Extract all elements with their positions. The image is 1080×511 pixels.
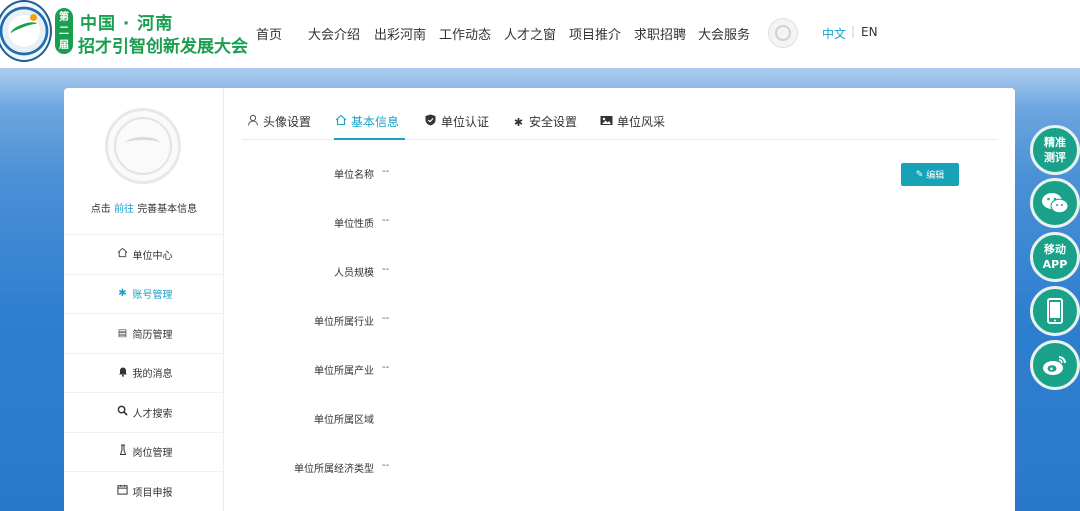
field-value: -- (382, 166, 390, 177)
search-icon (775, 25, 791, 41)
avatar-placeholder-mark (126, 137, 160, 149)
lang-zh-link[interactable]: 中文 (822, 25, 846, 42)
field-economic-type: 单位所属经济类型 -- (242, 460, 642, 480)
float-assessment-label: 精准 测评 (1044, 136, 1066, 164)
tab-label: 安全设置 (529, 115, 578, 129)
wechat-icon (1041, 192, 1069, 214)
field-value: -- (382, 215, 390, 226)
nav-item-projects[interactable]: 项目推介 (569, 24, 621, 43)
sidebar-item-center[interactable]: 单位中心 (64, 234, 224, 274)
float-phone-button[interactable] (1030, 286, 1080, 336)
lang-separator: | (851, 24, 856, 38)
sidebar-menu: 单位中心 ✱ 账号管理 ▤ 简历管理 我的消息 人才搜索 岗位管理 项目申报 (64, 234, 224, 511)
field-label: 人员规模 (334, 268, 374, 279)
sidebar-item-resume[interactable]: ▤ 简历管理 (64, 313, 224, 353)
prompt-suffix: 完善基本信息 (137, 204, 198, 215)
field-label: 单位所属行业 (314, 317, 374, 328)
sidebar-item-label: 简历管理 (132, 329, 173, 341)
field-label: 单位所属经济类型 (294, 464, 374, 475)
prompt-prefix: 点击 (90, 204, 111, 215)
tab-security[interactable]: ✱ 安全设置 (512, 113, 577, 140)
sidebar-item-messages[interactable]: 我的消息 (64, 352, 224, 393)
nav-item-services[interactable]: 大会服务 (698, 24, 750, 43)
field-industry: 单位所属行业 -- (242, 313, 642, 333)
settings-tabs: 头像设置 基本信息 单位认证 ✱ 安全设置 单位风采 (242, 102, 997, 140)
float-app-label: 移动 APP (1042, 243, 1068, 271)
search-icon (116, 405, 130, 419)
nav-item-home[interactable]: 首页 (256, 24, 282, 43)
tab-avatar[interactable]: 头像设置 (246, 113, 311, 140)
image-icon (600, 115, 613, 129)
float-mobile-app-button[interactable]: 移动 APP (1030, 232, 1080, 282)
pencil-icon: ✎ (915, 169, 924, 180)
weibo-icon (1042, 354, 1068, 376)
calendar-icon (116, 484, 130, 498)
float-assessment-button[interactable]: 精准 测评 (1030, 125, 1080, 175)
sidebar-item-jobs[interactable]: 岗位管理 (64, 431, 224, 472)
sidebar-item-label: 人才搜索 (132, 408, 173, 420)
field-label: 单位性质 (334, 219, 374, 230)
field-region: 单位所属区域 (242, 411, 642, 431)
sidebar: 点击 前往 完善基本信息 单位中心 ✱ 账号管理 ▤ 简历管理 我的消息 人才搜… (64, 88, 224, 511)
tab-verification[interactable]: 单位认证 (424, 113, 489, 140)
edition-badge: 第二届 (55, 8, 73, 54)
tab-label: 头像设置 (263, 115, 312, 129)
flask-icon (116, 444, 130, 459)
float-weibo-button[interactable] (1030, 340, 1080, 390)
profile-prompt: 点击 前往 完善基本信息 (64, 200, 224, 215)
edit-button-label: 编辑 (926, 171, 945, 181)
gear-icon: ✱ (513, 116, 524, 129)
shield-icon (424, 114, 437, 129)
field-value: -- (382, 313, 390, 324)
float-wechat-button[interactable] (1030, 178, 1080, 228)
home-icon (116, 247, 130, 261)
header-search-button[interactable] (768, 18, 798, 48)
field-staff-size: 人员规模 -- (242, 264, 642, 284)
tab-label: 单位认证 (441, 115, 490, 129)
tab-basic-info[interactable]: 基本信息 (334, 113, 406, 140)
logo-dot (30, 14, 37, 21)
tab-showcase[interactable]: 单位风采 (600, 113, 665, 140)
lang-en-link[interactable]: EN (861, 25, 878, 39)
sidebar-item-label: 账号管理 (132, 290, 173, 302)
prompt-go-link[interactable]: 前往 (114, 204, 134, 215)
avatar[interactable] (105, 108, 181, 184)
logo-title-line2: 招才引智创新发展大会 (78, 37, 248, 57)
field-unit-name: 单位名称 -- (242, 166, 642, 186)
list-icon: ▤ (117, 327, 128, 339)
nav-item-talent[interactable]: 人才之窗 (504, 24, 556, 43)
logo-swoosh (9, 19, 39, 39)
field-unit-nature: 单位性质 -- (242, 215, 642, 235)
field-value: -- (382, 264, 390, 275)
sidebar-item-account[interactable]: ✱ 账号管理 (64, 273, 224, 314)
nav-item-henan[interactable]: 出彩河南 (374, 24, 426, 43)
field-sector: 单位所属产业 -- (242, 362, 642, 382)
sidebar-item-project-apply[interactable]: 项目申报 (64, 471, 224, 511)
nav-item-news[interactable]: 工作动态 (439, 24, 491, 43)
logo-title-line1: 中国 · 河南 (80, 14, 174, 34)
home-icon (334, 114, 347, 129)
field-label: 单位所属区域 (314, 415, 374, 426)
tab-label: 单位风采 (617, 115, 666, 129)
field-label: 单位所属产业 (314, 366, 374, 377)
edit-button[interactable]: ✎ 编辑 (901, 163, 959, 186)
sidebar-item-label: 我的消息 (132, 369, 173, 381)
field-value: -- (382, 460, 390, 471)
field-value: -- (382, 362, 390, 373)
sidebar-item-label: 项目申报 (132, 487, 173, 499)
field-label: 单位名称 (334, 170, 374, 181)
user-icon (246, 114, 259, 129)
nav-item-jobs[interactable]: 求职招聘 (634, 24, 686, 43)
tab-label: 基本信息 (351, 115, 400, 129)
mobile-icon (1047, 298, 1063, 324)
nav-item-about[interactable]: 大会介绍 (308, 24, 360, 43)
sidebar-item-label: 单位中心 (132, 250, 173, 262)
account-panel: 点击 前往 完善基本信息 单位中心 ✱ 账号管理 ▤ 简历管理 我的消息 人才搜… (64, 88, 1015, 511)
site-header: 第二届 中国 · 河南 招才引智创新发展大会 首页 大会介绍 出彩河南 工作动态… (0, 0, 1080, 68)
gear-icon: ✱ (118, 288, 127, 300)
conference-logo[interactable] (0, 0, 52, 62)
sidebar-item-label: 岗位管理 (132, 448, 173, 460)
bell-icon (116, 366, 130, 380)
sidebar-item-talent-search[interactable]: 人才搜索 (64, 392, 224, 432)
